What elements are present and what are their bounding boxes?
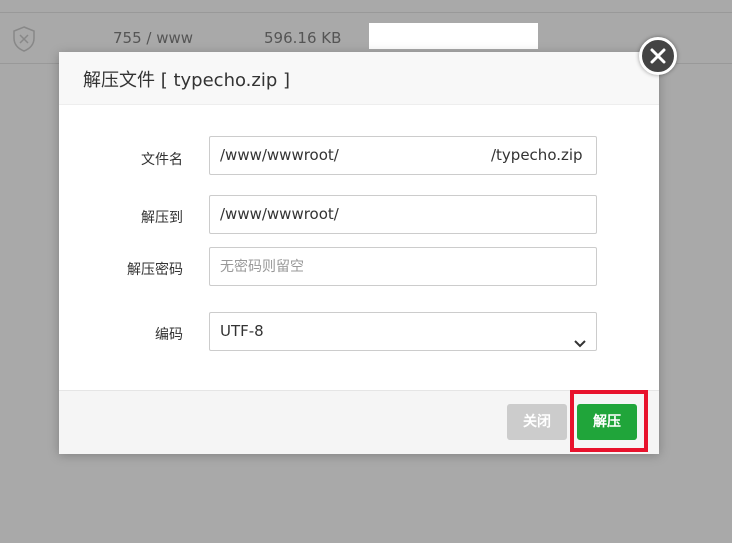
extract-dialog: 解压文件 [ typecho.zip ] 文件名 /www/wwwroot/ /… (59, 52, 659, 454)
redacted-path (343, 143, 491, 169)
filename-label: 文件名 (141, 152, 183, 168)
close-button[interactable]: 关闭 (507, 404, 567, 440)
permission-text: 755 / www (113, 29, 194, 47)
dialog-title: 解压文件 [ typecho.zip ] (83, 70, 291, 91)
extract-to-value: /www/wwwroot/ (220, 205, 339, 223)
redacted-block (369, 23, 538, 49)
dialog-header: 解压文件 [ typecho.zip ] (59, 52, 659, 105)
page: 755 / www 596.16 KB 解压文件 [ typecho.zip ]… (0, 0, 732, 543)
password-placeholder: 无密码则留空 (220, 259, 304, 275)
encoding-label: 编码 (155, 327, 183, 343)
filename-suffix: /typecho.zip (491, 146, 583, 164)
password-label: 解压密码 (127, 262, 183, 278)
filename-field[interactable]: /www/wwwroot/ /typecho.zip (209, 136, 597, 175)
shield-x-icon (12, 26, 36, 52)
extract-to-field[interactable]: /www/wwwroot/ (209, 195, 597, 234)
extract-to-label: 解压到 (141, 210, 183, 226)
filename-prefix: /www/wwwroot/ (220, 146, 339, 164)
extract-button[interactable]: 解压 (577, 404, 637, 440)
close-icon[interactable] (639, 37, 677, 75)
chevron-down-icon (574, 326, 586, 350)
encoding-select[interactable]: UTF-8 (209, 312, 597, 351)
password-field[interactable]: 无密码则留空 (209, 247, 597, 286)
encoding-selected: UTF-8 (220, 322, 264, 340)
dialog-footer: 关闭 解压 (59, 390, 659, 454)
file-size-text: 596.16 KB (264, 29, 342, 47)
